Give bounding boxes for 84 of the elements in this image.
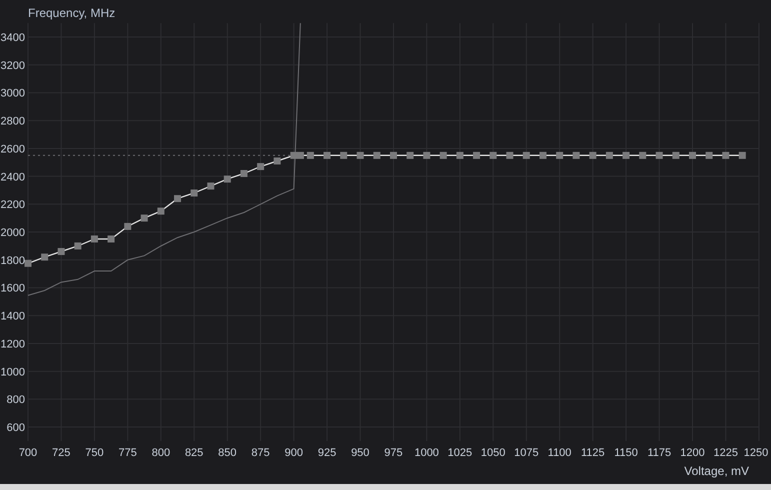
curve-point[interactable] <box>706 152 713 159</box>
x-axis-title: Voltage, mV <box>684 464 749 478</box>
y-tick-label: 3000 <box>0 88 25 100</box>
curve-point[interactable] <box>390 152 397 159</box>
x-tick-label: 1075 <box>514 446 539 459</box>
curve-point[interactable] <box>190 190 198 197</box>
curve-point[interactable] <box>90 235 98 242</box>
x-tick-label: 1250 <box>744 446 768 459</box>
curve-point[interactable] <box>74 242 82 250</box>
y-tick-label: 1800 <box>0 254 25 267</box>
x-tick-label: 975 <box>384 446 403 459</box>
y-tick-label: 3400 <box>0 32 25 44</box>
y-tick-label: 2600 <box>0 143 25 156</box>
x-tick-label: 1200 <box>680 446 705 459</box>
curve-point[interactable] <box>539 152 546 159</box>
curve-point[interactable] <box>589 152 596 159</box>
curve-point[interactable] <box>124 222 132 230</box>
curve-point[interactable] <box>373 152 380 159</box>
curve-point[interactable] <box>622 152 630 159</box>
curve-point[interactable] <box>522 152 530 159</box>
x-tick-label: 1150 <box>614 446 638 459</box>
x-tick-label: 850 <box>218 446 237 459</box>
curve-point[interactable] <box>738 152 746 159</box>
x-tick-label: 700 <box>18 446 38 459</box>
curve-point[interactable] <box>406 152 414 159</box>
x-tick-label: 1050 <box>480 446 506 459</box>
y-tick-label: 3200 <box>0 60 25 72</box>
curve-point[interactable] <box>224 176 231 183</box>
curve-point[interactable] <box>24 260 32 267</box>
x-tick-label: 1175 <box>647 446 672 459</box>
curve-point[interactable] <box>606 152 613 159</box>
curve-point[interactable] <box>257 163 264 170</box>
y-tick-label: 2400 <box>0 171 25 184</box>
curve-point[interactable] <box>58 248 65 256</box>
curve-point[interactable] <box>672 152 680 159</box>
x-tick-label: 800 <box>152 446 170 459</box>
curve-point[interactable] <box>108 235 115 242</box>
curve-point[interactable] <box>274 157 281 164</box>
x-tick-label: 1025 <box>448 446 472 459</box>
x-tick-label: 1000 <box>414 446 439 459</box>
curve-point[interactable] <box>41 254 48 261</box>
curve-point[interactable] <box>456 152 464 159</box>
curve-point[interactable] <box>356 152 364 159</box>
y-tick-label: 800 <box>6 394 25 406</box>
curve-point[interactable] <box>572 152 580 159</box>
curve-point[interactable] <box>423 152 430 159</box>
curve-point[interactable] <box>473 152 480 159</box>
x-tick-label: 1225 <box>713 446 738 459</box>
x-tick-label: 775 <box>118 446 137 459</box>
curve-point[interactable] <box>689 152 696 159</box>
x-tick-label: 1100 <box>548 446 572 459</box>
y-tick-label: 1600 <box>0 282 25 295</box>
x-tick-label: 825 <box>184 446 204 459</box>
curve-point[interactable] <box>157 208 164 215</box>
curve-point[interactable] <box>440 152 447 159</box>
x-tick-label: 1125 <box>581 446 605 459</box>
curve-point[interactable] <box>140 214 148 222</box>
curve-point[interactable] <box>556 152 564 159</box>
curve-point[interactable] <box>340 152 348 159</box>
curve-point[interactable] <box>324 152 331 159</box>
x-tick-label: 875 <box>251 446 270 459</box>
curve-point[interactable] <box>639 152 646 159</box>
y-tick-label: 2000 <box>0 227 25 240</box>
y-tick-label: 1400 <box>0 310 25 323</box>
curve-point[interactable] <box>306 152 314 159</box>
x-tick-label: 950 <box>351 446 370 459</box>
curve-point[interactable] <box>240 170 248 178</box>
y-tick-label: 1000 <box>0 366 25 378</box>
curve-point[interactable] <box>722 152 730 159</box>
curve-point[interactable] <box>490 152 497 159</box>
y-tick-label: 1200 <box>0 338 25 350</box>
x-tick-label: 750 <box>85 446 104 459</box>
y-tick-label: 2200 <box>0 199 25 212</box>
x-tick-label: 925 <box>318 446 336 459</box>
curve-point[interactable] <box>290 152 298 159</box>
curve-point[interactable] <box>506 152 514 159</box>
curve-point[interactable] <box>174 195 181 202</box>
y-axis-title: Frequency, MHz <box>27 5 116 22</box>
curve-point[interactable] <box>656 152 663 159</box>
x-tick-label: 900 <box>284 446 303 459</box>
y-tick-label: 2800 <box>0 116 25 128</box>
x-tick-label: 725 <box>52 446 70 459</box>
y-tick-label: 600 <box>6 422 25 434</box>
curve-point[interactable] <box>207 182 214 190</box>
